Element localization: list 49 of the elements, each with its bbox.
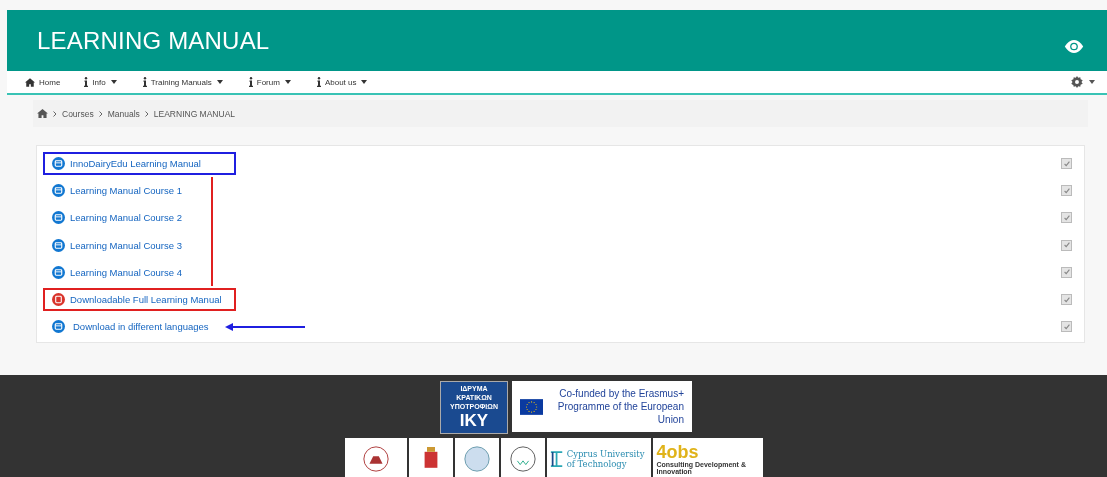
- nav-link[interactable]: Home: [25, 77, 61, 87]
- nav-link[interactable]: Info: [84, 77, 119, 87]
- page-title: LEARNING MANUAL: [37, 26, 270, 55]
- completion-checkbox[interactable]: [1061, 185, 1072, 197]
- university-logo: [454, 438, 499, 477]
- completion-checkbox[interactable]: [1061, 294, 1072, 306]
- info-icon: [316, 77, 321, 87]
- logo-text: 4obs: [656, 442, 699, 461]
- logo-text: Co-funded by the Erasmus+ Programme of the European Union: [556, 387, 684, 427]
- page-icon: [52, 157, 65, 171]
- eye-icon[interactable]: [1063, 39, 1085, 54]
- logo-text: Cyprus University of Technology: [566, 449, 646, 470]
- completion-checkbox[interactable]: [1061, 239, 1072, 251]
- chevron-icon: [98, 110, 103, 117]
- nav-link[interactable]: About us: [316, 77, 370, 87]
- logo-text: IKY: [459, 411, 489, 432]
- completion-checkbox[interactable]: [1061, 266, 1072, 278]
- activity-link[interactable]: Learning Manual Course 1: [70, 185, 182, 197]
- nav-link[interactable]: Training Manuals: [142, 77, 225, 87]
- page-icon: [52, 184, 65, 198]
- page-icon: [52, 211, 65, 225]
- university-logo: [344, 438, 407, 477]
- caret-icon: [1089, 80, 1095, 84]
- breadcrumb-link[interactable]: Manuals: [107, 108, 140, 119]
- university-logo: [408, 438, 453, 477]
- activity-link[interactable]: Learning Manual Course 2: [70, 212, 182, 224]
- info-icon: [84, 77, 89, 87]
- activity-link[interactable]: Learning Manual Course 3: [70, 239, 182, 251]
- nav-link[interactable]: Forum: [248, 77, 293, 87]
- breadcrumb-link[interactable]: Courses: [62, 108, 94, 119]
- pdf-icon: [52, 293, 65, 307]
- activity-link[interactable]: InnoDairyEdu Learning Manual: [70, 158, 201, 170]
- settings-menu-button[interactable]: [1071, 76, 1095, 88]
- home-icon[interactable]: [37, 109, 48, 118]
- completion-checkbox[interactable]: [1061, 212, 1072, 224]
- page-icon: [52, 265, 65, 279]
- settings-icon: [1071, 76, 1083, 88]
- activity-link[interactable]: Learning Manual Course 4: [70, 266, 182, 278]
- activity-link[interactable]: Download in different languages: [73, 321, 209, 333]
- page-icon: [52, 238, 65, 252]
- info-icon: [248, 77, 253, 87]
- info-icon: [142, 77, 147, 87]
- completion-checkbox[interactable]: [1061, 158, 1072, 170]
- page-icon: [52, 320, 65, 334]
- completion-checkbox[interactable]: [1061, 321, 1072, 333]
- chevron-icon: [53, 110, 57, 117]
- home-icon: [25, 77, 35, 87]
- chevron-icon: [144, 110, 149, 117]
- activity-link[interactable]: Downloadable Full Learning Manual: [70, 294, 222, 306]
